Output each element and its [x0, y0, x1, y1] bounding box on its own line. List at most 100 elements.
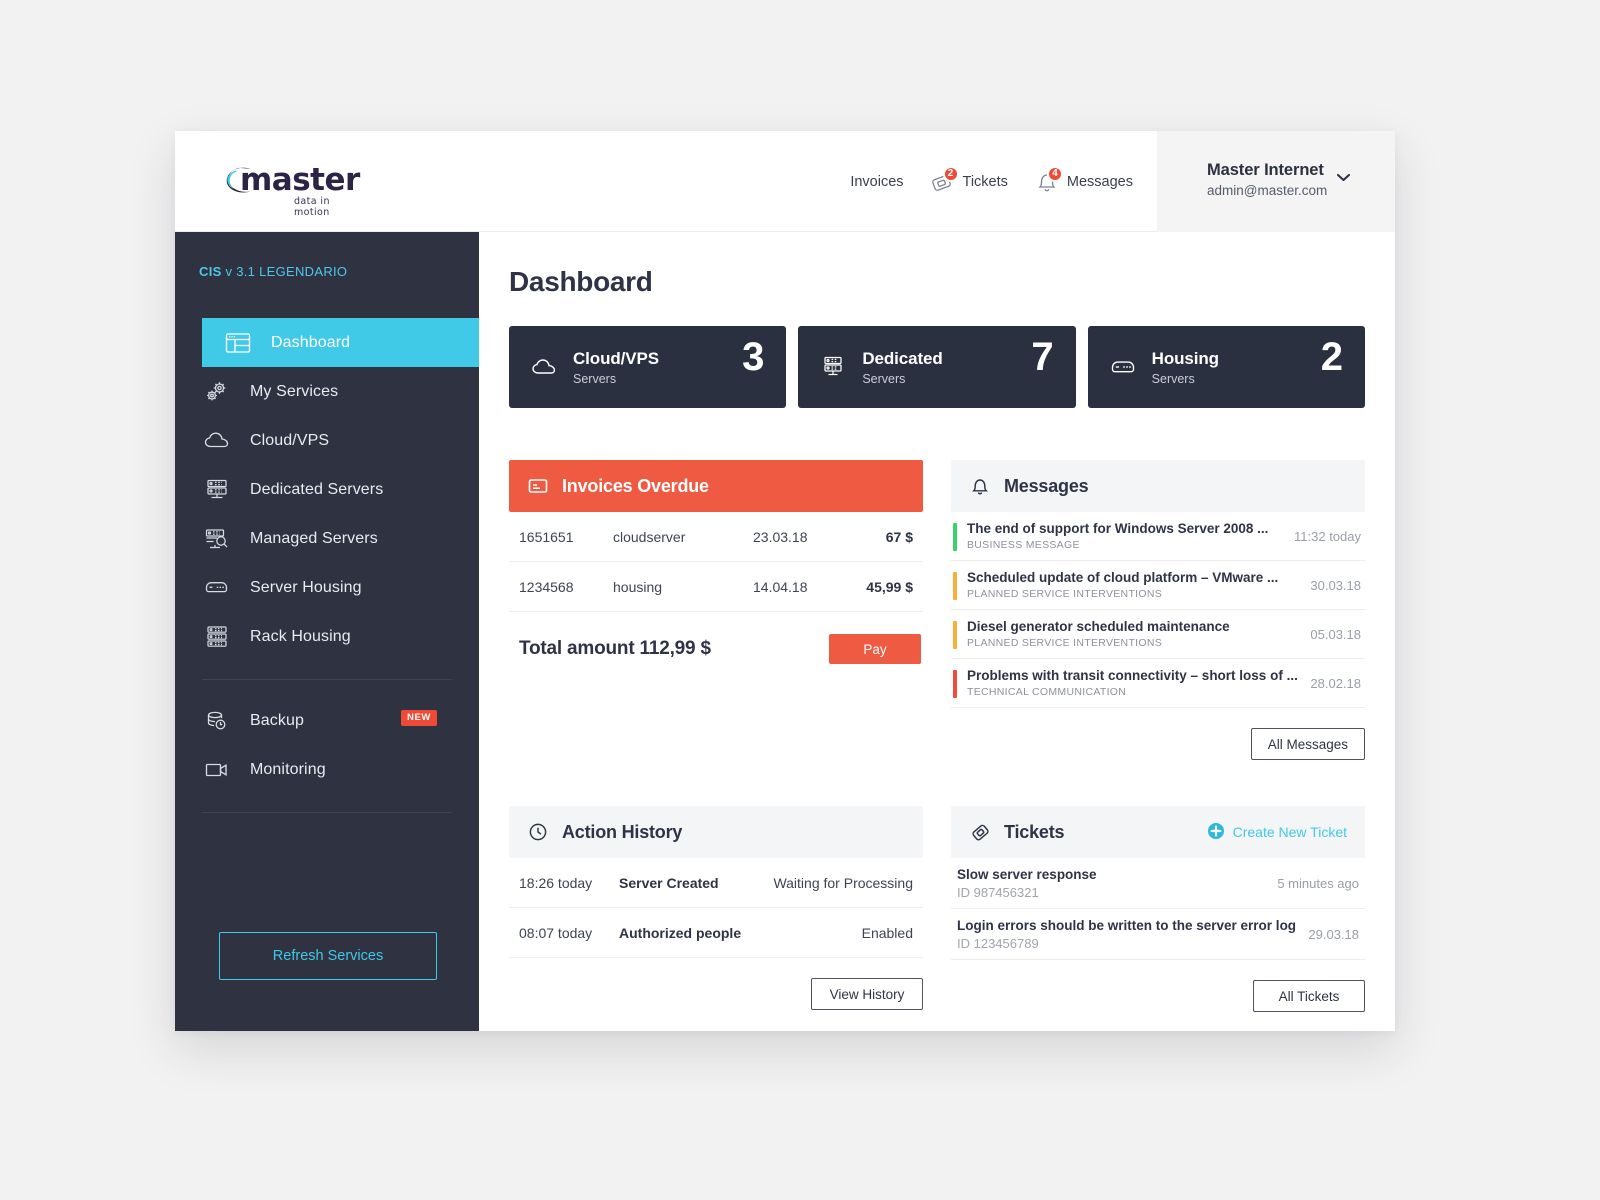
- table-row[interactable]: 1651651 cloudserver 23.03.18 67 $: [509, 512, 923, 562]
- clock-icon: [527, 821, 549, 843]
- action-history-panel: Action History 18:26 today Server Create…: [509, 806, 923, 1012]
- topnav-item-messages[interactable]: 4 Messages: [1034, 165, 1133, 195]
- sidebar-item-my-services[interactable]: My Services: [175, 367, 479, 416]
- message-category: PLANNED SERVICE INTERVENTIONS: [967, 588, 1163, 600]
- messages-panel: Messages The end of support for Windows …: [951, 460, 1365, 760]
- all-messages-button[interactable]: All Messages: [1250, 728, 1365, 760]
- invoice-id: 1651651: [519, 528, 574, 545]
- sidebar-divider-bottom: [202, 812, 452, 813]
- list-item[interactable]: Problems with transit connectivity – sho…: [951, 659, 1365, 708]
- tickets-panel: Tickets Create New Ticket Slow server re…: [951, 806, 1365, 1012]
- list-item[interactable]: The end of support for Windows Server 20…: [951, 512, 1365, 561]
- stat-card-dedicated-count: 7: [1031, 335, 1054, 379]
- message-severity-bar: [953, 572, 957, 600]
- plus-circle-icon: [1207, 822, 1225, 843]
- server-rack-icon: [202, 477, 232, 503]
- list-item[interactable]: Scheduled update of cloud platform – VMw…: [951, 561, 1365, 610]
- stat-card-housing-title: Housing: [1151, 348, 1219, 368]
- sidebar-item-dedicated-servers[interactable]: Dedicated Servers: [175, 465, 479, 514]
- bell-icon: [969, 475, 991, 497]
- stat-card-housing-subtitle: Servers: [1151, 371, 1195, 386]
- message-severity-bar: [953, 621, 957, 649]
- invoices-overdue-title: Invoices Overdue: [562, 475, 709, 496]
- list-item[interactable]: Slow server response ID 987456321 5 minu…: [951, 858, 1365, 909]
- table-row[interactable]: 18:26 today Server Created Waiting for P…: [509, 858, 923, 908]
- sidebar-item-dashboard[interactable]: Dashboard: [202, 318, 479, 367]
- stat-card-cloud-vps[interactable]: Cloud/VPS Servers 3: [509, 326, 787, 408]
- tickets-header: Tickets Create New Ticket: [951, 806, 1365, 858]
- stat-card-housing[interactable]: Housing Servers 2: [1087, 326, 1365, 408]
- sidebar-item-server-housing[interactable]: Server Housing: [175, 563, 479, 612]
- action-history-header: Action History: [509, 806, 923, 858]
- server-search-icon: [202, 526, 232, 552]
- all-tickets-button[interactable]: All Tickets: [1253, 980, 1365, 1012]
- action-name: Server Created: [619, 874, 719, 891]
- sidebar-item-rack-housing-label: Rack Housing: [250, 627, 351, 645]
- chevron-down-icon[interactable]: [1336, 169, 1351, 187]
- app-window: master data in motion Invoices 2 Tickets: [175, 131, 1395, 1031]
- refresh-services-button[interactable]: Refresh Services: [219, 932, 437, 980]
- ticket-id: ID 987456321: [957, 884, 1039, 900]
- messages-footer: All Messages: [951, 708, 1365, 760]
- table-row[interactable]: 08:07 today Authorized people Enabled: [509, 908, 923, 958]
- stat-card-cloud-vps-subtitle: Servers: [573, 371, 617, 386]
- view-history-button[interactable]: View History: [811, 978, 923, 1010]
- pay-button[interactable]: Pay: [829, 634, 921, 664]
- tickets-title: Tickets: [1004, 821, 1065, 842]
- server-unit-icon: [202, 575, 232, 601]
- top-navigation: Invoices 2 Tickets 4 Messages: [850, 131, 1133, 232]
- invoice-service: cloudserver: [613, 528, 686, 545]
- sidebar: CIS v 3.1 LEGENDARIO Dashboard My Servic…: [175, 232, 479, 1031]
- rack-icon: [202, 624, 232, 650]
- create-new-ticket-button[interactable]: Create New Ticket: [1207, 822, 1347, 843]
- user-menu[interactable]: Master Internet admin@master.com: [1157, 131, 1395, 232]
- topnav-tickets-label: Tickets: [962, 173, 1008, 190]
- message-time: 05.03.18: [1310, 626, 1361, 642]
- stat-cards: Cloud/VPS Servers 3 Dedicated Servers 7 …: [509, 326, 1365, 408]
- topnav-invoices-label: Invoices: [850, 173, 904, 190]
- topnav-item-tickets[interactable]: 2 Tickets: [930, 165, 1008, 195]
- sidebar-item-backup-label: Backup: [250, 711, 304, 729]
- bell-icon: 4: [1034, 165, 1063, 195]
- top-bar: master data in motion Invoices 2 Tickets: [175, 131, 1395, 232]
- main-content: Dashboard Cloud/VPS Servers 3 Dedicated …: [479, 232, 1395, 1031]
- sidebar-item-server-housing-label: Server Housing: [250, 578, 362, 596]
- topnav-item-invoices[interactable]: Invoices: [850, 174, 903, 190]
- cis-version-prefix: CIS: [199, 264, 222, 279]
- message-time: 28.02.18: [1310, 675, 1361, 691]
- ticket-time: 5 minutes ago: [1277, 875, 1359, 891]
- sidebar-item-backup[interactable]: Backup NEW: [175, 696, 479, 745]
- invoice-card-icon: [527, 475, 549, 497]
- server-unit-icon: [1108, 352, 1138, 382]
- table-row[interactable]: 1234568 housing 14.04.18 45,99 $: [509, 562, 923, 612]
- cis-version-label: CIS v 3.1 LEGENDARIO: [199, 264, 347, 279]
- sidebar-nav: Dashboard My Services Cloud/VPS Dedicate…: [175, 318, 479, 829]
- invoice-date: 14.04.18: [753, 578, 808, 595]
- action-status: Enabled: [861, 924, 913, 941]
- ticket-icon: 2: [930, 165, 959, 195]
- stat-card-dedicated[interactable]: Dedicated Servers 7: [798, 326, 1076, 408]
- panels-row-top: Invoices Overdue 1651651 cloudserver 23.…: [509, 460, 1365, 760]
- brand-logo[interactable]: master data in motion: [202, 154, 362, 218]
- list-item[interactable]: Login errors should be written to the se…: [951, 909, 1365, 960]
- sidebar-item-rack-housing[interactable]: Rack Housing: [175, 612, 479, 661]
- message-title: Scheduled update of cloud platform – VMw…: [967, 570, 1279, 585]
- backup-new-badge: NEW: [401, 710, 437, 726]
- action-status: Waiting for Processing: [773, 874, 913, 891]
- sidebar-divider-top: [202, 679, 452, 680]
- stat-card-cloud-vps-count: 3: [742, 335, 765, 379]
- sidebar-item-cloud-vps[interactable]: Cloud/VPS: [175, 416, 479, 465]
- list-item[interactable]: Diesel generator scheduled maintenance P…: [951, 610, 1365, 659]
- sidebar-item-dedicated-servers-label: Dedicated Servers: [250, 480, 384, 498]
- page-title: Dashboard: [509, 266, 653, 297]
- sidebar-item-monitoring[interactable]: Monitoring: [175, 745, 479, 794]
- invoices-total-amount: Total amount 112,99 $: [519, 638, 711, 659]
- messages-badge: 4: [1046, 165, 1063, 182]
- invoice-amount: 67 $: [885, 528, 913, 545]
- sidebar-item-managed-servers[interactable]: Managed Servers: [175, 514, 479, 563]
- message-title: The end of support for Windows Server 20…: [967, 521, 1269, 536]
- invoice-service: housing: [613, 578, 663, 595]
- ticket-id: ID 123456789: [957, 935, 1039, 951]
- message-category: PLANNED SERVICE INTERVENTIONS: [967, 637, 1163, 649]
- sidebar-item-dashboard-label: Dashboard: [271, 333, 351, 351]
